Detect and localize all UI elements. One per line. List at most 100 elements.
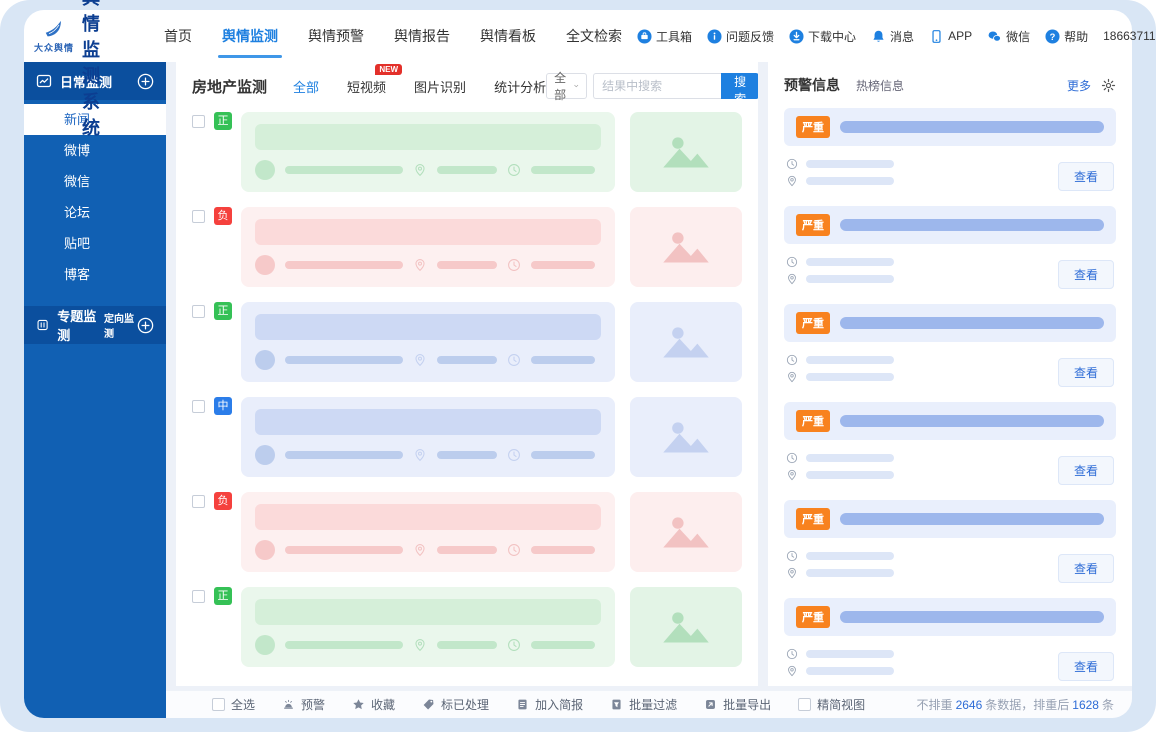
- feed-item-row[interactable]: 负: [192, 492, 742, 572]
- feed-item-body: [241, 302, 615, 382]
- feed-item-row[interactable]: 中: [192, 397, 742, 477]
- alert-title-box: 严重: [784, 108, 1116, 146]
- view-button[interactable]: 查看: [1057, 358, 1114, 387]
- sidebar-section-topic-monitor[interactable]: 专题监测 定向监测: [24, 306, 166, 344]
- toolbar-action[interactable]: 加入简报: [516, 696, 583, 713]
- row-checkbox[interactable]: [192, 210, 205, 223]
- alert-meta: 查看: [784, 538, 1116, 583]
- location-pin-icon: [413, 448, 427, 462]
- alert-item[interactable]: 严重 查看: [784, 304, 1116, 387]
- utility-item[interactable]: 消息: [871, 28, 914, 45]
- alert-title-skeleton: [840, 611, 1104, 623]
- time-skeleton: [531, 641, 595, 649]
- row-checkbox[interactable]: [192, 590, 205, 603]
- nav-tab[interactable]: 舆情看板: [480, 10, 536, 62]
- sidebar-channel-item[interactable]: 论坛: [24, 197, 166, 228]
- clock-icon: [786, 354, 798, 366]
- row-checkbox[interactable]: [192, 400, 205, 413]
- feed-meta-row: [255, 540, 601, 560]
- toolbar-action-label: 收藏: [371, 698, 396, 712]
- phone-icon: [929, 29, 944, 44]
- add-monitor-button[interactable]: [137, 73, 154, 90]
- account-menu[interactable]: 18663711315: [1103, 29, 1156, 43]
- utility-item[interactable]: 微信: [987, 28, 1030, 45]
- location-pin-icon: [413, 543, 427, 557]
- sidebar-channel-item[interactable]: 微信: [24, 166, 166, 197]
- feed-title-skeleton: [255, 409, 601, 435]
- toolbar-action[interactable]: 批量导出: [704, 696, 771, 713]
- nav-tab[interactable]: 舆情监测: [218, 10, 282, 62]
- feed-title-skeleton: [255, 124, 601, 150]
- toolbar-action[interactable]: 精简视图: [798, 696, 865, 713]
- toolbar-action-label: 批量导出: [723, 698, 772, 712]
- sidebar-channel-label: 博客: [64, 267, 91, 282]
- location-pin-icon: [413, 163, 427, 177]
- utility-item[interactable]: 工具箱: [637, 28, 692, 45]
- dedup-stats: 不排重 2646 条数据，排重后 1628 条: [917, 696, 1114, 713]
- thumbnail-placeholder: [630, 587, 742, 667]
- gear-icon[interactable]: [1101, 78, 1116, 93]
- alert-meta: 查看: [784, 440, 1116, 485]
- add-topic-button[interactable]: [137, 317, 154, 334]
- search-scope-select[interactable]: 全部: [546, 71, 588, 102]
- thumbnail-placeholder: [630, 207, 742, 287]
- view-button[interactable]: 查看: [1057, 260, 1114, 289]
- tag-icon: [422, 698, 435, 711]
- nav-tab[interactable]: 舆情报告: [394, 10, 450, 62]
- nav-tab[interactable]: 首页: [164, 10, 192, 62]
- alert-item[interactable]: 严重 查看: [784, 598, 1116, 681]
- feed-meta-row: [255, 350, 601, 370]
- alert-item[interactable]: 严重 查看: [784, 500, 1116, 583]
- nav-tab[interactable]: 全文检索: [566, 10, 622, 62]
- nav-tab[interactable]: 舆情预警: [308, 10, 364, 62]
- utility-item[interactable]: 问题反馈: [707, 28, 774, 45]
- alert-item[interactable]: 严重 查看: [784, 206, 1116, 289]
- tab-hot-list[interactable]: 热榜信息: [856, 77, 904, 94]
- alert-item[interactable]: 严重 查看: [784, 402, 1116, 485]
- result-tab[interactable]: 图片识别: [414, 77, 466, 96]
- utility-item[interactable]: ? 帮助: [1045, 28, 1088, 45]
- account-phone: 18663711315: [1103, 29, 1156, 43]
- location-pin-icon: [413, 638, 427, 652]
- toolbar-action-label: 加入简报: [535, 698, 584, 712]
- row-checkbox[interactable]: [192, 305, 205, 318]
- star-icon: [352, 698, 365, 711]
- alert-location-skeleton: [806, 667, 894, 675]
- view-button[interactable]: 查看: [1057, 554, 1114, 583]
- view-button[interactable]: 查看: [1057, 652, 1114, 681]
- result-tab[interactable]: 全部: [293, 77, 319, 96]
- alert-item[interactable]: 严重 查看: [784, 108, 1116, 191]
- feed-item-row[interactable]: 正: [192, 302, 742, 382]
- checkbox-icon: [212, 698, 225, 711]
- feed-item-row[interactable]: 正: [192, 587, 742, 667]
- toolbar-action[interactable]: 收藏: [352, 696, 395, 713]
- avatar: [255, 350, 275, 370]
- tab-alert-info[interactable]: 预警信息: [784, 75, 840, 95]
- utility-item[interactable]: 下载中心: [789, 28, 856, 45]
- sidebar-channel-item[interactable]: 博客: [24, 259, 166, 290]
- view-button[interactable]: 查看: [1057, 162, 1114, 191]
- toolbar-action[interactable]: 标已处理: [422, 696, 489, 713]
- more-link[interactable]: 更多: [1067, 77, 1091, 94]
- feed-item-body: [241, 587, 615, 667]
- feed-item-row[interactable]: 负: [192, 207, 742, 287]
- sentiment-badge: 中: [214, 397, 232, 415]
- search-button[interactable]: 搜索: [721, 73, 758, 106]
- result-tab[interactable]: 短视频 NEW: [347, 63, 403, 96]
- stats-total: 2646: [955, 698, 983, 712]
- toolbar-action[interactable]: 批量过滤: [610, 696, 677, 713]
- utility-label: 消息: [890, 29, 915, 44]
- view-button[interactable]: 查看: [1057, 456, 1114, 485]
- sentiment-badge: 负: [214, 492, 232, 510]
- result-tab[interactable]: 统计分析: [494, 77, 546, 96]
- feed-item-row[interactable]: 正: [192, 112, 742, 192]
- toolbar-action[interactable]: 全选: [212, 696, 255, 713]
- row-checkbox[interactable]: [192, 115, 205, 128]
- sidebar-channel-label: 微信: [64, 174, 91, 189]
- sidebar-channel-item[interactable]: 贴吧: [24, 228, 166, 259]
- row-checkbox[interactable]: [192, 495, 205, 508]
- search-input[interactable]: [593, 73, 722, 99]
- utility-item[interactable]: APP: [929, 29, 972, 44]
- toolbar-action[interactable]: 预警: [282, 696, 325, 713]
- feed-title-skeleton: [255, 314, 601, 340]
